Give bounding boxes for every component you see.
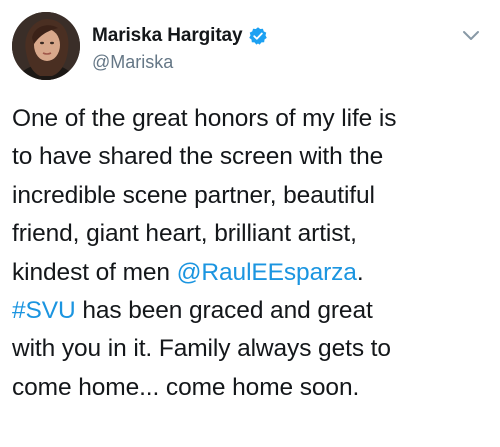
tweet-text-line: come home... come home soon. [12, 369, 492, 407]
tweet-text-line: with you in it. Family always gets to [12, 330, 492, 368]
avatar[interactable] [12, 12, 80, 80]
text-segment: with you in it. Family always gets to [12, 335, 391, 363]
display-name[interactable]: Mariska Hargitay [92, 25, 243, 47]
tweet-text-line: incredible scene partner, beautiful [12, 177, 492, 215]
text-segment: to have shared the screen with the [12, 143, 384, 171]
text-segment: has been graced and great [75, 297, 373, 325]
hashtag-link[interactable]: #SVU [12, 297, 76, 324]
tweet-text-line: One of the great honors of my life is [12, 100, 492, 138]
tweet-text-line: friend, giant heart, brilliant artist, [12, 215, 492, 253]
tweet-card: Mariska Hargitay @Mariska One of the gre… [0, 0, 500, 447]
author-info: Mariska Hargitay @Mariska [92, 24, 268, 73]
mention-link[interactable]: @RaulEEsparza [177, 259, 357, 286]
text-segment: friend, giant heart, brilliant artist, [12, 220, 357, 248]
verified-badge-icon [248, 26, 268, 46]
text-segment: One of the great honors of my life is [12, 105, 397, 132]
tweet-text-line: to have shared the screen with the [12, 138, 492, 176]
user-handle[interactable]: @Mariska [92, 52, 268, 73]
name-row: Mariska Hargitay [92, 24, 268, 48]
text-segment: incredible scene partner, beautiful [12, 181, 375, 209]
tweet-text-line: kindest of men @RaulEEsparza. [12, 254, 492, 292]
tweet-header: Mariska Hargitay @Mariska [12, 12, 488, 82]
text-segment: kindest of men [12, 258, 177, 286]
chevron-down-icon[interactable] [460, 24, 482, 46]
profile-photo-icon [12, 12, 80, 80]
tweet-text-line: #SVU has been graced and great [12, 292, 492, 330]
text-segment: come home... come home soon. [12, 373, 360, 401]
tweet-text: One of the great honors of my life is to … [12, 100, 492, 407]
text-segment: . [356, 258, 364, 286]
